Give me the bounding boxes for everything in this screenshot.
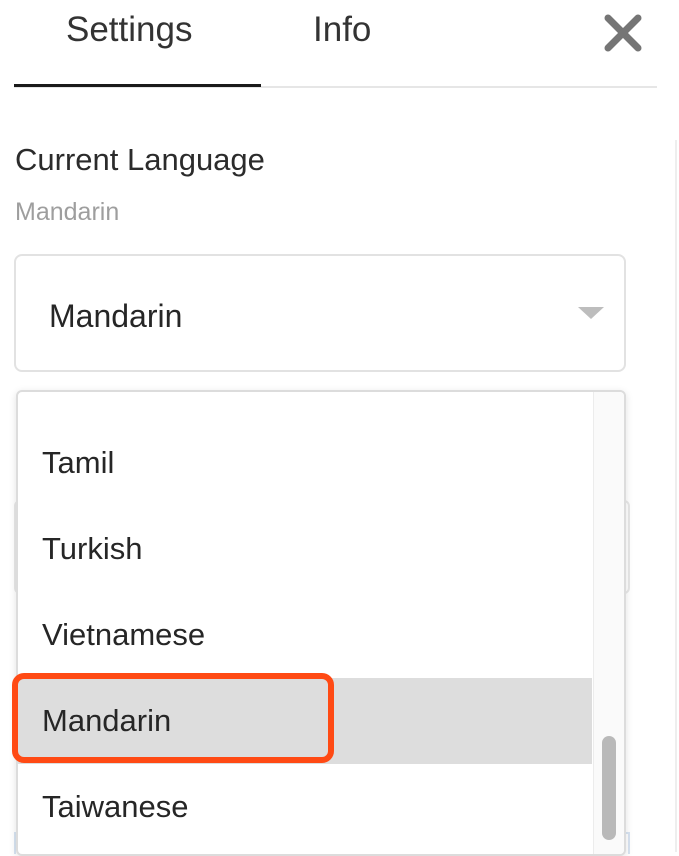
- caret-down-icon: [578, 307, 604, 319]
- option-mandarin[interactable]: Mandarin: [18, 678, 592, 764]
- option-label: Tamil: [42, 445, 115, 480]
- language-select-value: Mandarin: [49, 298, 183, 334]
- current-language-title: Current Language: [15, 142, 265, 177]
- dropdown-scrollbar[interactable]: [593, 392, 624, 854]
- active-tab-indicator: [14, 84, 261, 87]
- option-label: Turkish: [42, 531, 143, 566]
- option-label: Mandarin: [42, 703, 172, 738]
- tab-settings[interactable]: Settings: [66, 10, 192, 50]
- language-dropdown[interactable]: Tamil Turkish Vietnamese Mandarin Taiwan…: [16, 390, 626, 856]
- scrollbar-thumb[interactable]: [602, 736, 616, 840]
- language-select[interactable]: Mandarin: [14, 254, 626, 372]
- close-x-icon: [604, 14, 642, 52]
- option-taiwanese[interactable]: Taiwanese: [18, 764, 592, 850]
- panel-divider: [675, 140, 677, 852]
- option-label: Taiwanese: [42, 789, 189, 824]
- option-vietnamese[interactable]: Vietnamese: [18, 592, 592, 678]
- close-button[interactable]: [600, 10, 646, 56]
- tab-info[interactable]: Info: [313, 10, 371, 50]
- tab-bar: Settings Info: [14, 0, 657, 88]
- option-turkish[interactable]: Turkish: [18, 506, 592, 592]
- option-label: Vietnamese: [42, 617, 206, 652]
- option-tamil[interactable]: Tamil: [18, 420, 592, 506]
- current-language-value: Mandarin: [15, 198, 120, 226]
